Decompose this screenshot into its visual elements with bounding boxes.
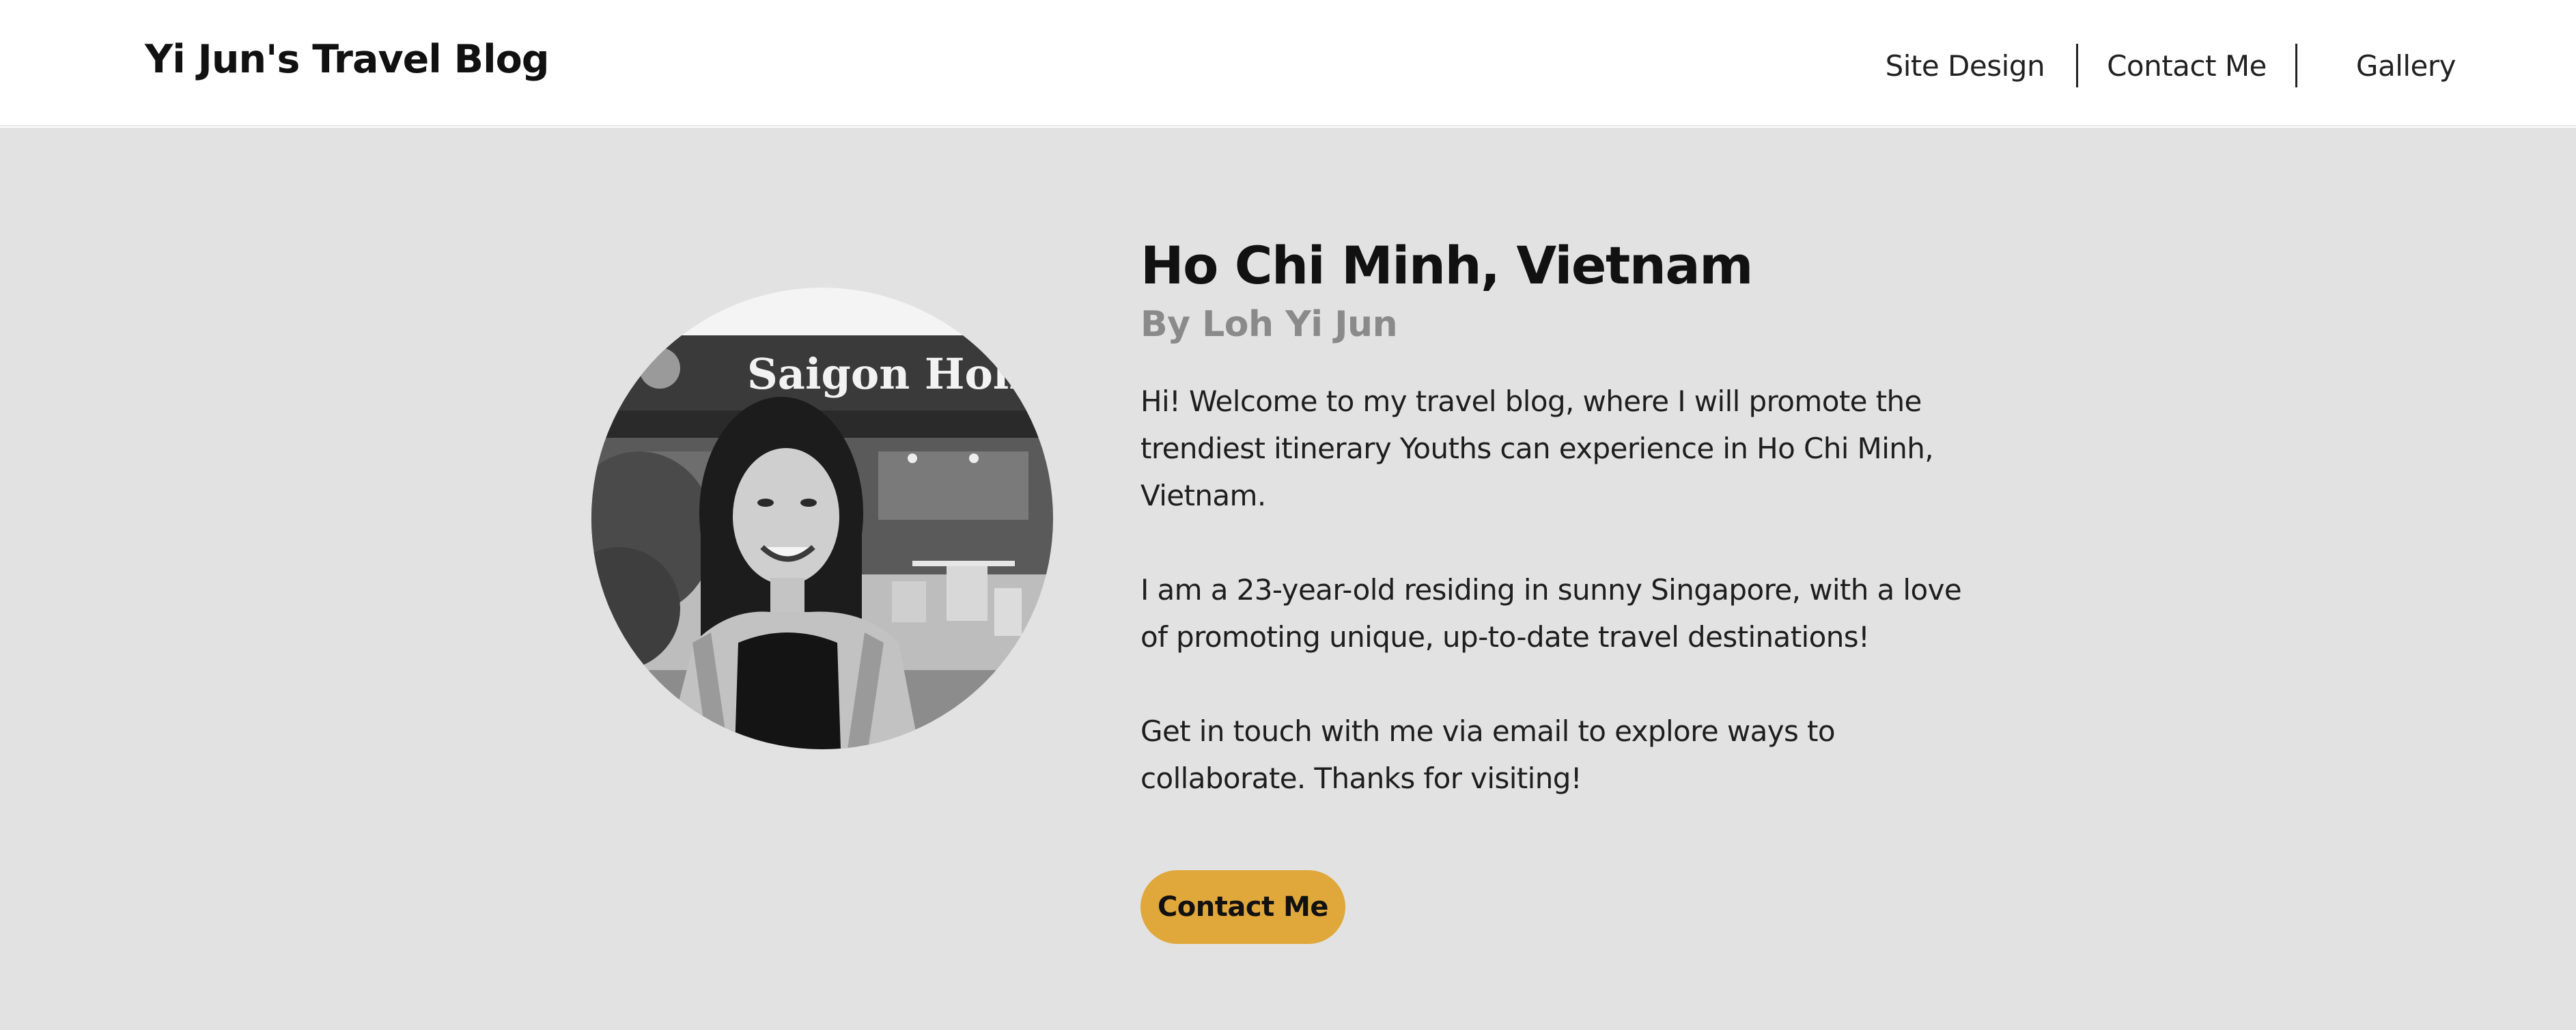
site-title[interactable]: Yi Jun's Travel Blog (145, 36, 550, 83)
main-nav: Site Design Contact Me Gallery (1886, 42, 2456, 89)
author-byline: By Loh Yi Jun (1140, 304, 1398, 345)
contact-paragraph: Get in touch with me via email to explor… (1140, 714, 1836, 795)
author-photo: Saigon Holiday (591, 288, 1053, 749)
site-header: Yi Jun's Travel Blog Site Design Contact… (0, 0, 2576, 126)
nav-divider (2295, 44, 2297, 87)
hero-content: Ho Chi Minh, Vietnam By Loh Yi Jun Hi! W… (1140, 232, 2028, 802)
about-paragraph: I am a 23-year-old residing in sunny Sin… (1140, 573, 1962, 654)
intro-paragraph: Hi! Welcome to my travel blog, where I w… (1140, 385, 1934, 512)
nav-contact-me[interactable]: Contact Me (2107, 49, 2267, 83)
store-sign-text: Saigon Holiday (747, 349, 1053, 399)
nav-gallery[interactable]: Gallery (2356, 49, 2456, 83)
page-title: Ho Chi Minh, Vietnam (1140, 235, 1753, 296)
nav-site-design[interactable]: Site Design (1886, 49, 2045, 83)
contact-me-button[interactable]: Contact Me (1140, 870, 1345, 944)
nav-divider (2076, 44, 2079, 87)
hero-section: Saigon Holiday (0, 128, 2576, 1030)
